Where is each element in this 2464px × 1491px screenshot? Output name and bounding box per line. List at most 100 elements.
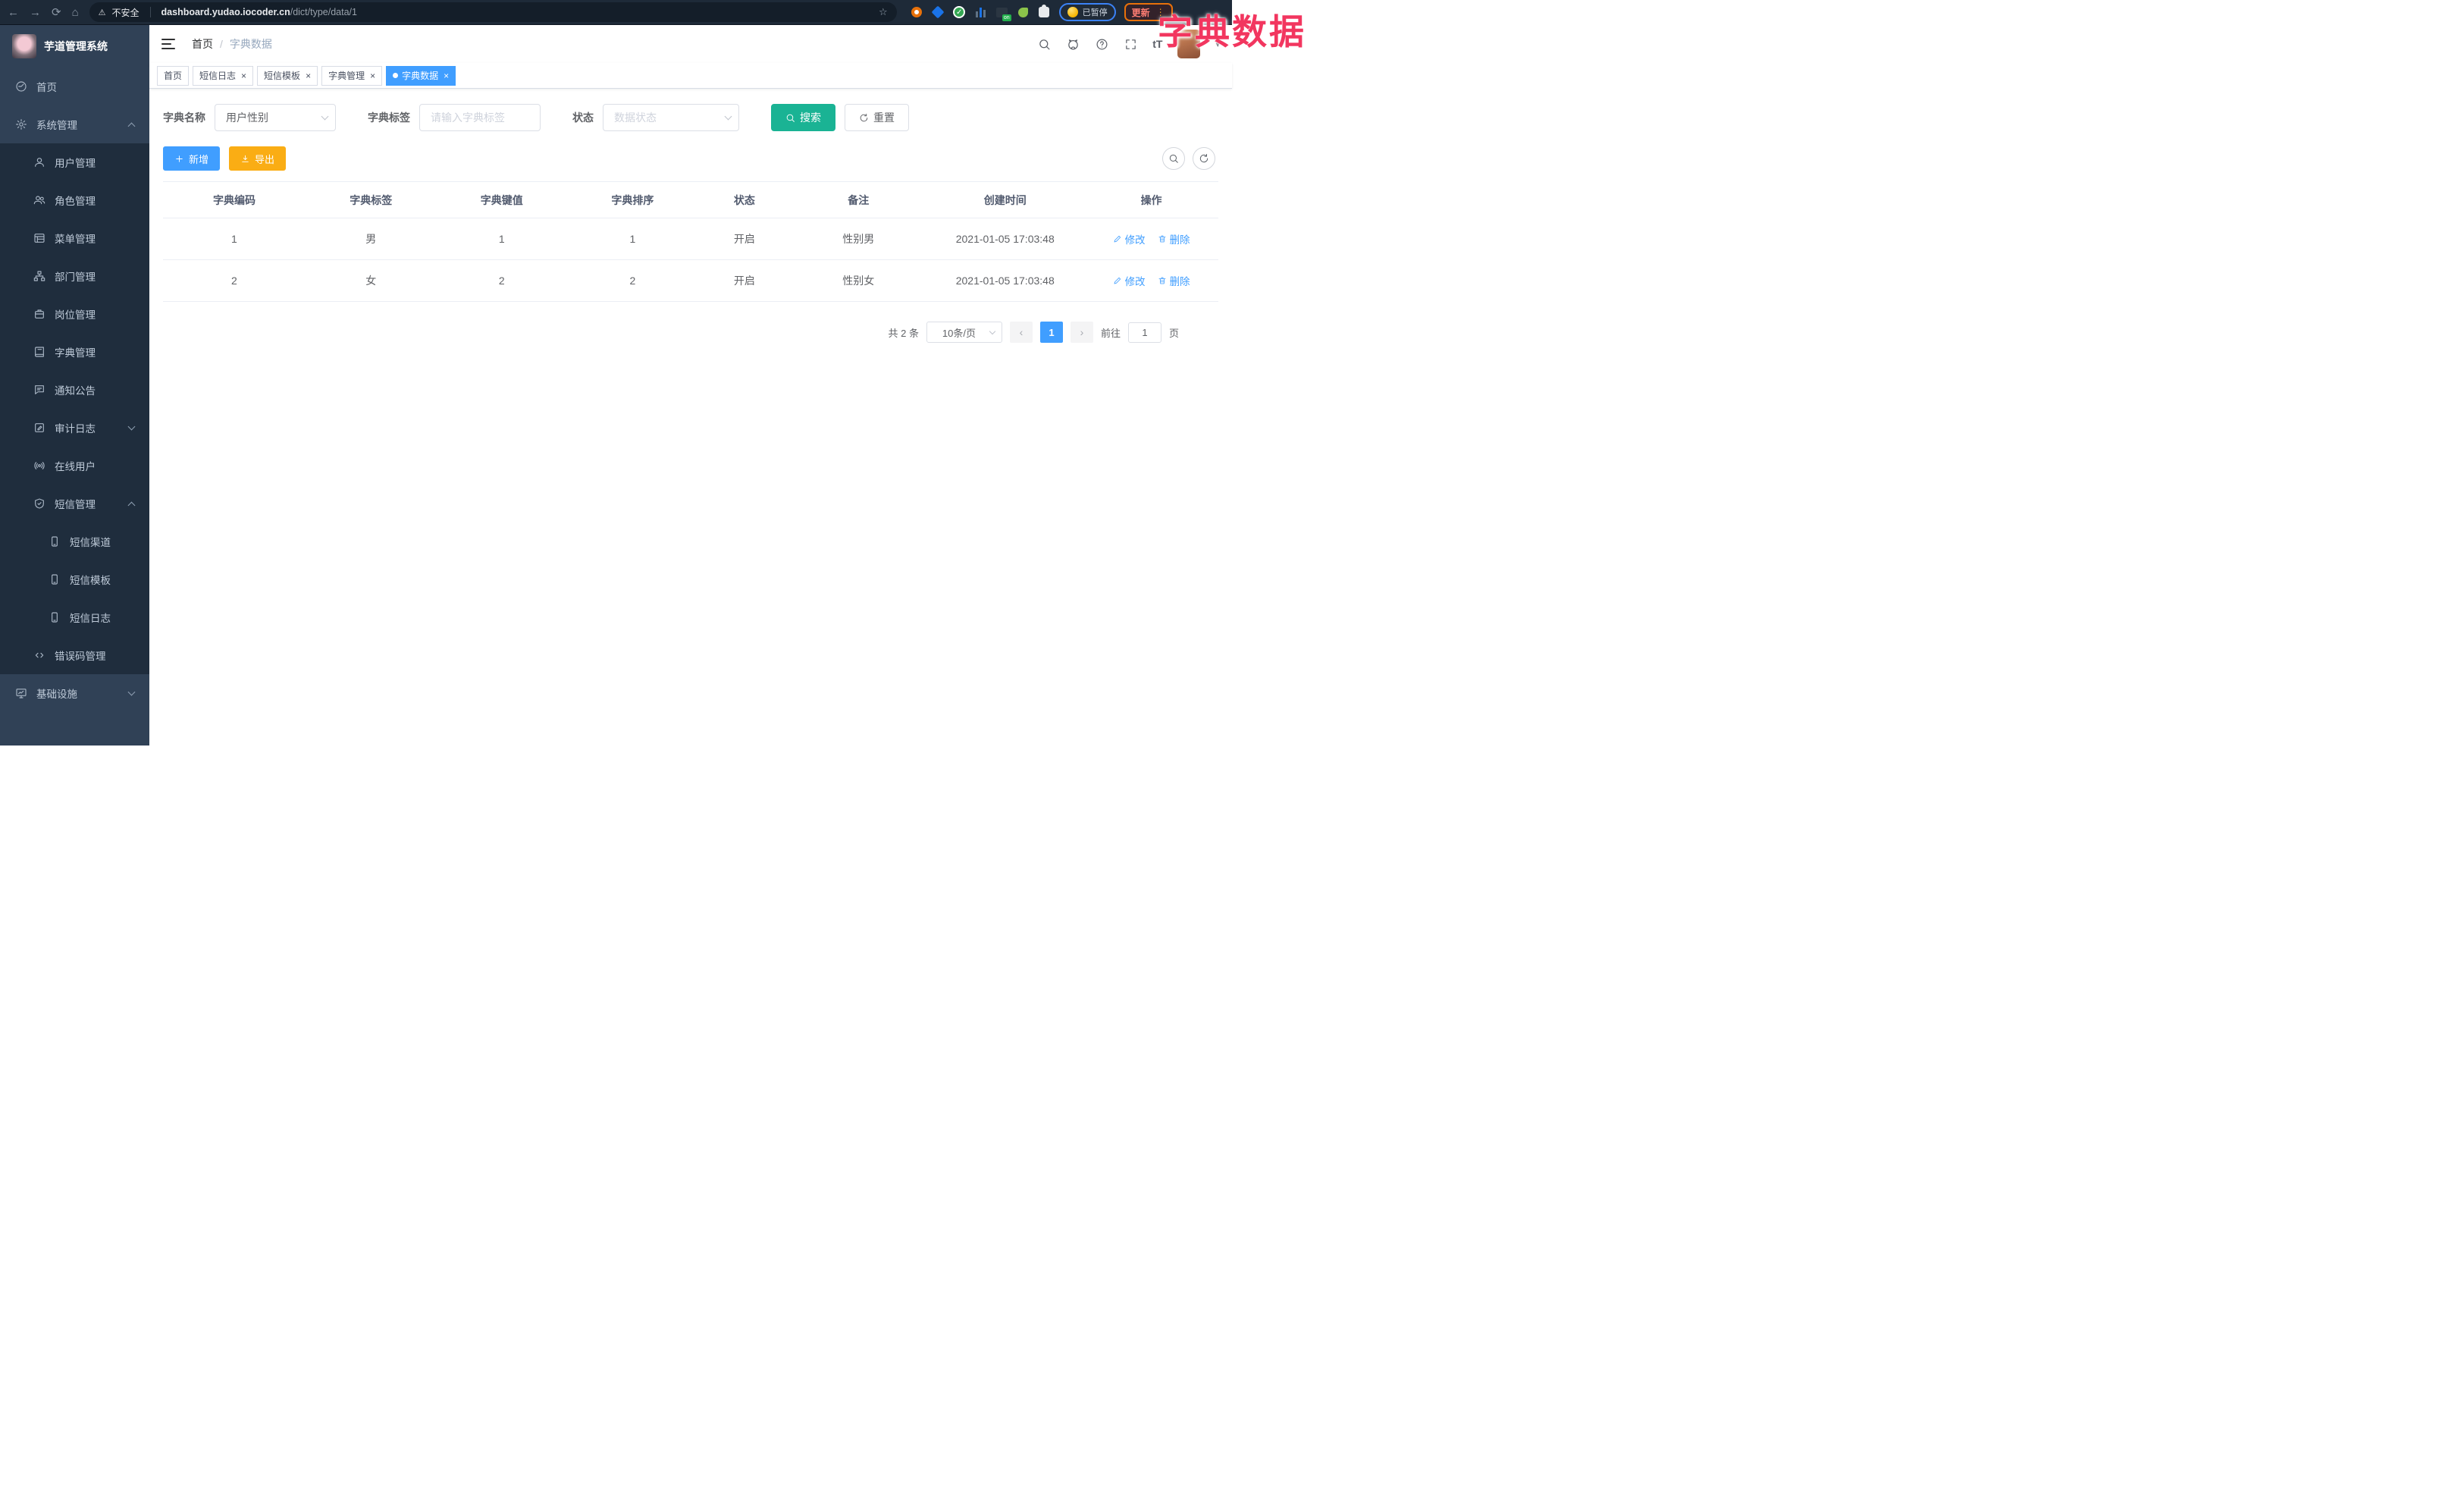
browser-reload-icon[interactable]: ⟳ xyxy=(52,7,61,18)
header-search-icon[interactable] xyxy=(1037,37,1051,51)
close-icon[interactable]: × xyxy=(444,71,449,80)
search-icon xyxy=(785,113,795,123)
export-button[interactable]: 导出 xyxy=(229,146,287,171)
audit-icon xyxy=(33,422,45,434)
tag-tab-短信日志[interactable]: 短信日志 × xyxy=(193,65,254,86)
filter-form: 字典名称 用户性别 字典标签 状态 数据状态 搜索 xyxy=(163,104,1218,131)
page-size-select[interactable]: 10条/页 xyxy=(926,322,1002,343)
tag-tab-字典管理[interactable]: 字典管理 × xyxy=(321,65,383,86)
fullscreen-icon[interactable] xyxy=(1124,37,1137,51)
sidebar-item-post-management[interactable]: 岗位管理 xyxy=(0,295,149,333)
delete-link[interactable]: 删除 xyxy=(1158,273,1190,288)
dict-label-input[interactable] xyxy=(431,111,529,124)
tag-tab-首页[interactable]: 首页 xyxy=(157,65,190,86)
security-label: 不安全 xyxy=(111,7,140,18)
chevron-down-icon xyxy=(724,112,732,121)
help-icon[interactable] xyxy=(1095,37,1108,51)
edit-link[interactable]: 修改 xyxy=(1113,231,1146,246)
url-text[interactable]: dashboard.yudao.iocoder.cn/dict/type/dat… xyxy=(161,7,357,17)
refresh-table-button[interactable] xyxy=(1193,147,1215,170)
code-icon xyxy=(33,649,45,661)
close-icon[interactable]: × xyxy=(306,71,311,80)
edit-link[interactable]: 修改 xyxy=(1113,273,1146,288)
table-cell: 性别男 xyxy=(791,218,926,260)
bookmark-star-icon[interactable]: ☆ xyxy=(879,6,888,18)
page-number-1[interactable]: 1 xyxy=(1039,322,1063,343)
breadcrumb: 首页 / 字典数据 xyxy=(192,36,272,52)
browser-forward-icon[interactable]: → xyxy=(30,7,41,18)
close-icon[interactable]: × xyxy=(370,71,375,80)
sidebar-item-audit-log[interactable]: 审计日志 xyxy=(0,409,149,447)
pagination: 共 2 条 10条/页 ‹ 1 › 前往 页 xyxy=(163,322,1218,343)
next-page-button[interactable]: › xyxy=(1070,322,1093,343)
search-button[interactable]: 搜索 xyxy=(771,104,835,131)
breadcrumb-separator: / xyxy=(220,38,223,50)
sidebar-item-online-users[interactable]: 在线用户 xyxy=(0,447,149,485)
reset-button[interactable]: 重置 xyxy=(845,104,909,131)
sidebar-item-label: 基础设施 xyxy=(36,689,77,700)
sidebar-item-sms-log[interactable]: 短信日志 xyxy=(0,598,149,636)
browser-back-icon[interactable]: ← xyxy=(8,7,19,18)
extension-stats-icon[interactable] xyxy=(974,6,987,19)
sidebar-item-sms-template[interactable]: 短信模板 xyxy=(0,560,149,598)
column-header: 创建时间 xyxy=(926,181,1085,218)
browser-chrome: ← → ⟳ ⌂ ⚠ 不安全 dashboard.yudao.iocoder.cn… xyxy=(0,0,1232,25)
sidebar-item-sms-channel[interactable]: 短信渠道 xyxy=(0,523,149,560)
dict-name-select[interactable]: 用户性别 xyxy=(215,104,336,131)
trash-icon xyxy=(1158,276,1167,285)
goto-page-input[interactable] xyxy=(1127,322,1161,343)
sidebar-item-error-code[interactable]: 错误码管理 xyxy=(0,636,149,674)
toggle-search-button[interactable] xyxy=(1162,147,1185,170)
sidebar-item-dept-management[interactable]: 部门管理 xyxy=(0,257,149,295)
sidebar-item-role-management[interactable]: 角色管理 xyxy=(0,181,149,219)
sidebar-item-notice[interactable]: 通知公告 xyxy=(0,371,149,409)
breadcrumb-home[interactable]: 首页 xyxy=(192,36,213,52)
url-bar[interactable]: ⚠ 不安全 dashboard.yudao.iocoder.cn/dict/ty… xyxy=(89,2,897,22)
delete-link[interactable]: 删除 xyxy=(1158,231,1190,246)
add-button[interactable]: 新增 xyxy=(163,146,221,171)
users-icon xyxy=(33,194,45,206)
download-icon xyxy=(240,154,250,164)
table-cell-actions: 修改 删除 xyxy=(1084,218,1218,260)
extension-on-icon[interactable]: on xyxy=(995,6,1011,21)
top-navbar: 首页 / 字典数据 tT ▾ xyxy=(149,25,1232,63)
status-select[interactable]: 数据状态 xyxy=(603,104,739,131)
sidebar-item-label: 短信渠道 xyxy=(70,537,111,548)
close-icon[interactable]: × xyxy=(241,71,246,80)
sidebar-item-dict-management[interactable]: 字典管理 xyxy=(0,333,149,371)
tag-label: 短信模板 xyxy=(264,71,301,81)
breadcrumb-current: 字典数据 xyxy=(229,38,272,50)
prev-page-button[interactable]: ‹ xyxy=(1009,322,1033,343)
sidebar-item-label: 短信模板 xyxy=(70,575,111,586)
extension-check-icon[interactable]: ✓ xyxy=(953,6,966,19)
hamburger-icon[interactable] xyxy=(161,39,175,49)
sidebar-item-infrastructure[interactable]: 基础设施 xyxy=(0,674,149,712)
table-toolbar: 新增 导出 xyxy=(163,146,1218,171)
profile-paused-chip[interactable]: 已暂停 xyxy=(1058,3,1116,21)
dashboard-icon xyxy=(15,80,27,93)
sidebar-item-user-management[interactable]: 用户管理 xyxy=(0,143,149,181)
extension-leaf-icon[interactable] xyxy=(1017,6,1030,19)
extensions-puzzle-icon[interactable] xyxy=(1038,5,1051,19)
table-cell: 女 xyxy=(305,259,437,302)
column-header: 操作 xyxy=(1084,181,1218,218)
sidebar-item-menu-management[interactable]: 菜单管理 xyxy=(0,219,149,257)
app-logo-row[interactable]: 芋道管理系统 xyxy=(0,25,149,67)
table-cell: 性别女 xyxy=(791,259,926,302)
chevron-down-icon xyxy=(989,328,996,334)
main-area: 首页 / 字典数据 tT ▾ 首页 短信日志 × 短信模板 × 字典管理 × 字典数据 × 字典… xyxy=(149,25,1232,746)
refresh-icon xyxy=(859,113,869,123)
table-row: 1 男 1 1 开启 性别男 2021-01-05 17:03:48 修改 删除 xyxy=(163,218,1218,260)
sidebar-item-sms-management[interactable]: 短信管理 xyxy=(0,485,149,523)
sidebar-item-label: 岗位管理 xyxy=(55,309,96,321)
sidebar-item-system-management[interactable]: 系统管理 xyxy=(0,105,149,143)
extension-gem-icon[interactable] xyxy=(931,5,945,19)
github-icon[interactable] xyxy=(1066,37,1080,51)
tag-tab-字典数据[interactable]: 字典数据 × xyxy=(386,65,456,86)
sidebar-item-label: 用户管理 xyxy=(55,158,96,169)
table-cell: 开启 xyxy=(698,218,792,260)
browser-home-icon[interactable]: ⌂ xyxy=(72,7,79,18)
sidebar-item-home[interactable]: 首页 xyxy=(0,67,149,105)
extension-donut-icon[interactable] xyxy=(911,6,923,19)
tag-tab-短信模板[interactable]: 短信模板 × xyxy=(257,65,318,86)
